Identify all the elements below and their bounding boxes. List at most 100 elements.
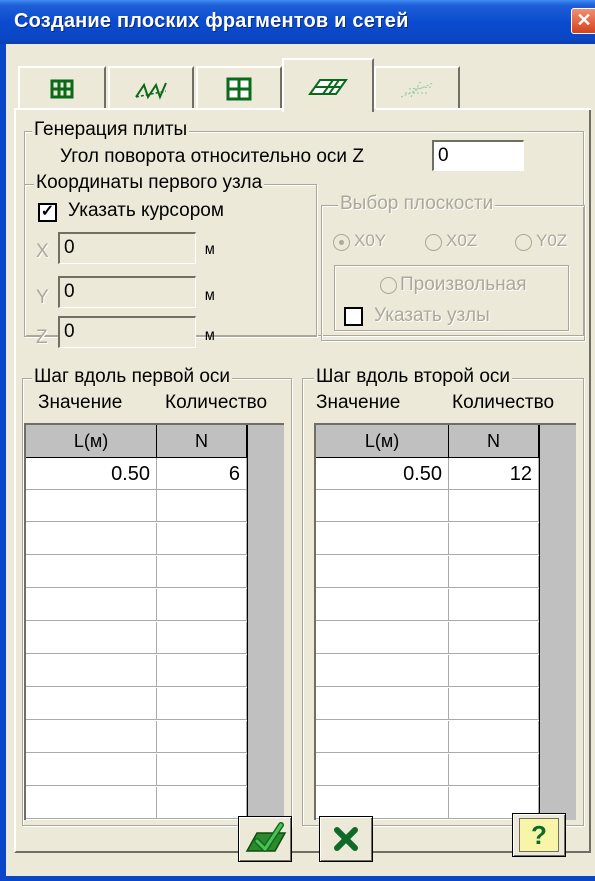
first-axis-cell-empty[interactable] <box>26 754 157 786</box>
rotation-angle-input[interactable]: 0 <box>432 140 524 171</box>
x-coord-input[interactable]: 0 <box>58 232 196 264</box>
x-axis-label: X <box>36 241 49 262</box>
second-axis-cell-empty[interactable] <box>316 523 449 555</box>
cursor-checkbox-label: Указать курсором <box>68 200 224 221</box>
first-axis-cell-empty[interactable] <box>26 490 157 522</box>
checkmark-apply-icon <box>245 822 287 852</box>
second-axis-cell-empty[interactable] <box>449 754 539 786</box>
mesh-icon <box>400 80 434 97</box>
first-axis-cell-empty[interactable] <box>157 556 247 588</box>
help-icon: ? <box>519 818 559 852</box>
first-axis-cell-length[interactable]: 0.50 <box>26 458 157 490</box>
help-button[interactable]: ? <box>512 813 566 857</box>
first-axis-cell-empty[interactable] <box>157 622 247 654</box>
specify-nodes-checkbox[interactable] <box>344 307 363 326</box>
first-axis-header-count: N <box>157 425 247 458</box>
z-axis-label: Z <box>36 327 48 348</box>
window-frame-left <box>0 44 6 881</box>
first-axis-cell-empty[interactable] <box>26 655 157 687</box>
second-axis-cell-empty[interactable] <box>316 490 449 522</box>
second-axis-cell-empty[interactable] <box>449 556 539 588</box>
second-axis-cell-empty[interactable] <box>316 688 449 720</box>
cursor-checkbox[interactable]: ✓ <box>38 203 57 222</box>
second-axis-cell-empty[interactable] <box>316 556 449 588</box>
tab-panel-top-right <box>376 108 591 110</box>
second-axis-legend: Шаг вдоль второй оси <box>314 366 513 388</box>
dialog-window: Создание плоских фрагментов и сетей ✕ Ге… <box>0 0 595 881</box>
specify-nodes-label: Указать узлы <box>374 305 490 326</box>
rotation-angle-label: Угол поворота относительно оси Z <box>60 146 364 167</box>
first-axis-cell-empty[interactable] <box>157 787 247 819</box>
second-axis-cell-count[interactable]: 12 <box>449 458 539 490</box>
second-axis-cell-empty[interactable] <box>316 655 449 687</box>
second-axis-header-count: N <box>449 425 539 458</box>
second-axis-cell-empty[interactable] <box>449 490 539 522</box>
second-axis-cell-empty[interactable] <box>449 688 539 720</box>
second-axis-cell-empty[interactable] <box>316 589 449 621</box>
first-axis-cell-empty[interactable] <box>157 589 247 621</box>
second-axis-col-count: Количество <box>452 392 555 413</box>
x-unit-label: м <box>205 241 215 259</box>
first-axis-cell-empty[interactable] <box>26 622 157 654</box>
second-axis-cell-empty[interactable] <box>449 523 539 555</box>
second-axis-cell-empty[interactable] <box>449 589 539 621</box>
window-title: Создание плоских фрагментов и сетей <box>14 10 409 32</box>
tab-grid[interactable] <box>196 66 282 109</box>
second-axis-cell-empty[interactable] <box>449 655 539 687</box>
first-axis-cell-empty[interactable] <box>26 556 157 588</box>
second-axis-grid[interactable]: L(м) N 0.50 12 <box>314 423 576 820</box>
second-axis-col-value: Значение <box>316 392 401 413</box>
second-axis-cell-empty[interactable] <box>316 787 449 819</box>
radio-y0z-label: Y0Z <box>536 231 568 250</box>
radio-x0y[interactable] <box>333 234 350 251</box>
first-axis-scrollbar[interactable] <box>247 425 284 820</box>
second-axis-scrollbar[interactable] <box>539 425 576 820</box>
first-axis-col-count: Количество <box>165 392 268 413</box>
y-unit-label: м <box>205 287 215 305</box>
first-axis-cell-empty[interactable] <box>26 523 157 555</box>
tab-truss[interactable] <box>108 66 194 109</box>
plate-icon <box>308 79 348 95</box>
second-axis-header-length: L(м) <box>316 425 449 458</box>
close-button[interactable]: ✕ <box>571 8 595 34</box>
first-axis-header-length: L(м) <box>26 425 157 458</box>
first-axis-grid[interactable]: L(м) N 0.50 6 <box>24 423 284 820</box>
apply-button[interactable] <box>238 816 292 862</box>
first-axis-cell-empty[interactable] <box>26 787 157 819</box>
radio-arbitrary[interactable] <box>380 277 397 294</box>
check-icon: ✓ <box>40 203 55 220</box>
first-axis-cell-empty[interactable] <box>26 589 157 621</box>
title-bar[interactable]: Создание плоских фрагментов и сетей ✕ <box>0 0 595 44</box>
second-axis-cell-length[interactable]: 0.50 <box>316 458 449 490</box>
first-axis-cell-count[interactable]: 6 <box>157 458 247 490</box>
first-axis-cell-empty[interactable] <box>157 754 247 786</box>
second-axis-cell-empty[interactable] <box>316 721 449 753</box>
second-axis-cell-empty[interactable] <box>449 721 539 753</box>
first-axis-cell-empty[interactable] <box>26 721 157 753</box>
radio-y0z[interactable] <box>515 234 532 251</box>
first-axis-cell-empty[interactable] <box>157 655 247 687</box>
y-coord-input[interactable]: 0 <box>58 276 196 308</box>
window-frame-bottom <box>0 876 595 881</box>
tab-frame[interactable] <box>18 66 106 109</box>
radio-x0z[interactable] <box>425 234 442 251</box>
first-axis-cell-empty[interactable] <box>157 523 247 555</box>
second-axis-cell-empty[interactable] <box>316 754 449 786</box>
radio-arbitrary-label: Произвольная <box>400 274 527 295</box>
truss-icon <box>135 82 167 100</box>
first-axis-cell-empty[interactable] <box>157 490 247 522</box>
plate-generation-legend: Генерация плиты <box>32 119 190 141</box>
first-axis-cell-empty[interactable] <box>157 688 247 720</box>
first-axis-cell-empty[interactable] <box>157 721 247 753</box>
radio-x0y-label: X0Y <box>354 231 387 250</box>
radio-x0z-label: X0Z <box>446 231 478 250</box>
cancel-button[interactable] <box>319 816 373 862</box>
tab-plate[interactable] <box>282 58 374 112</box>
second-axis-cell-empty[interactable] <box>316 622 449 654</box>
tab-mesh <box>374 66 460 109</box>
second-axis-cell-empty[interactable] <box>449 622 539 654</box>
first-axis-cell-empty[interactable] <box>26 688 157 720</box>
z-coord-input[interactable]: 0 <box>58 316 196 348</box>
plane-choice-legend: Выбор плоскости <box>338 193 496 215</box>
first-node-legend: Координаты первого узла <box>34 172 265 194</box>
